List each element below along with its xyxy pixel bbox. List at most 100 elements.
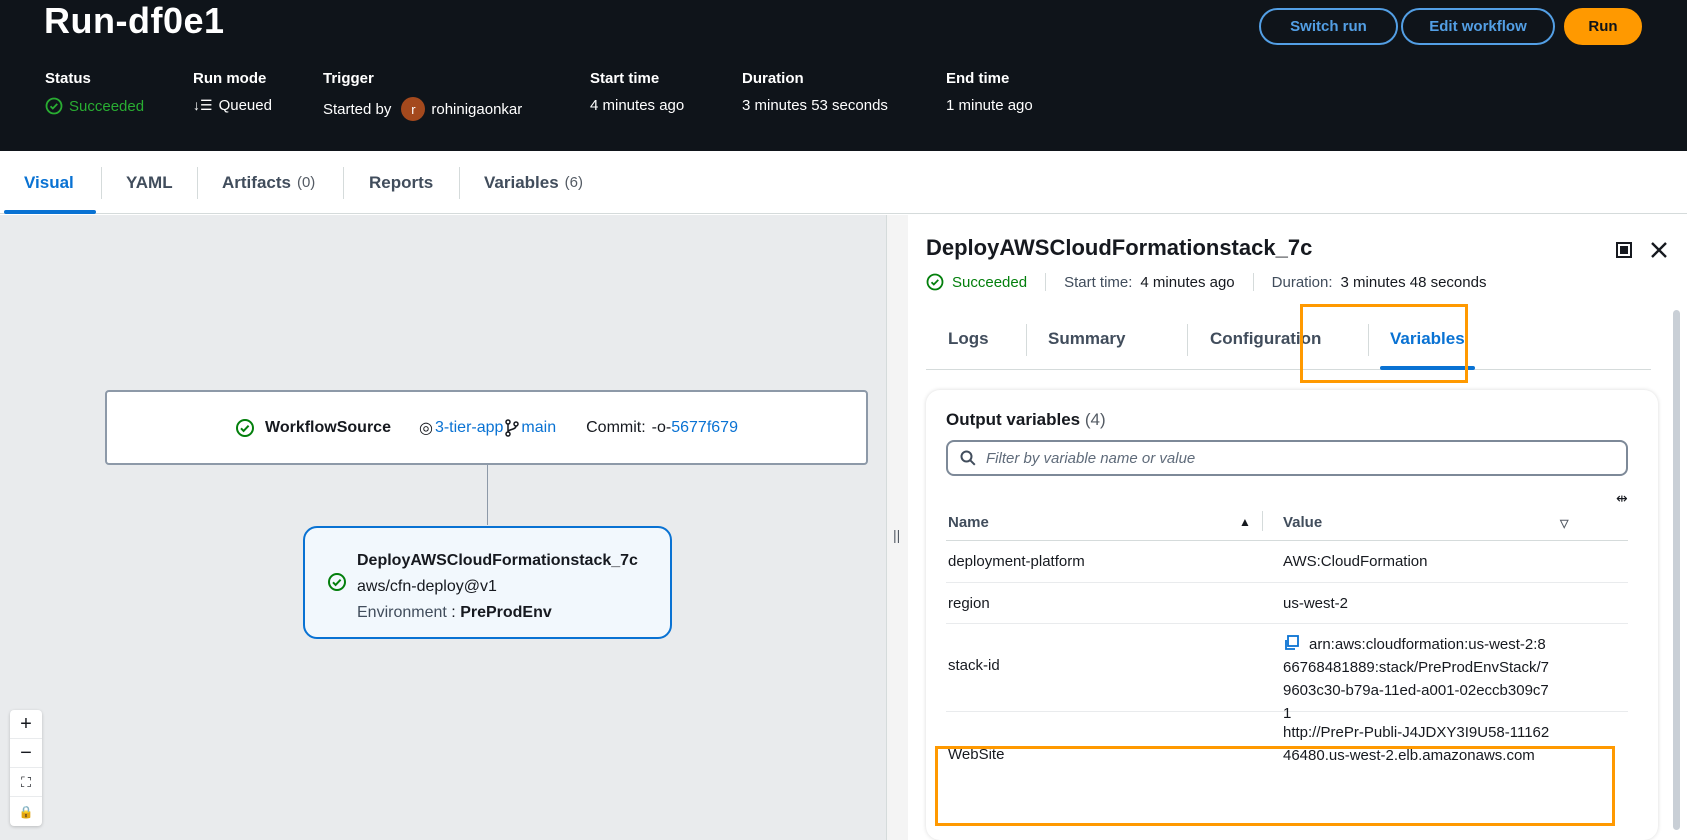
- panel-status: Succeeded: [952, 273, 1028, 291]
- meta-end-time: End time 1 minute ago: [946, 70, 1033, 114]
- run-button[interactable]: Run: [1564, 8, 1642, 45]
- variable-filter[interactable]: [946, 440, 1628, 476]
- variable-value: us-west-2: [1283, 595, 1349, 612]
- status-value: Succeeded: [69, 97, 145, 115]
- workflow-canvas[interactable]: WorkflowSource ◎ 3-tier-app main Commit:…: [0, 215, 886, 840]
- action-name: DeployAWSCloudFormationstack_7c: [357, 552, 638, 569]
- tab-yaml[interactable]: YAML: [102, 151, 197, 214]
- tab-label: Variables: [484, 172, 559, 192]
- run-tabs: Visual YAML Artifacts (0) Reports Variabl…: [0, 151, 1687, 214]
- edit-workflow-button[interactable]: Edit workflow: [1401, 8, 1555, 45]
- action-identifier: aws/cfn-deploy@v1: [357, 578, 497, 595]
- meta-trigger: Trigger Started by r rohinigaonkar: [323, 70, 522, 121]
- sort-ascending-icon[interactable]: ▲: [1239, 515, 1251, 529]
- tab-reports[interactable]: Reports: [345, 151, 457, 214]
- run-mode-label: Run mode: [193, 70, 267, 87]
- repo-link[interactable]: 3-tier-app: [435, 419, 503, 437]
- maximize-icon[interactable]: [1615, 241, 1633, 259]
- queue-icon: ↓☰: [193, 97, 213, 113]
- variable-name: region: [948, 595, 990, 612]
- commit-label: Commit:: [586, 418, 646, 436]
- search-icon: [960, 450, 976, 466]
- panel-splitter[interactable]: ||: [886, 215, 908, 840]
- branch-link[interactable]: main: [521, 419, 556, 437]
- avatar: r: [401, 97, 426, 121]
- panel-meta: Succeeded Start time: 4 minutes ago Dura…: [926, 273, 1486, 291]
- panel-title: DeployAWSCloudFormationstack_7c: [926, 235, 1313, 260]
- meta-duration: Duration 3 minutes 53 seconds: [742, 70, 888, 114]
- check-circle-icon: [45, 97, 63, 115]
- end-time-label: End time: [946, 70, 1010, 87]
- tab-count: (0): [296, 174, 316, 191]
- column-name-header[interactable]: Name: [948, 514, 989, 531]
- duration-value: 3 minutes 53 seconds: [742, 97, 888, 114]
- zoom-in-icon[interactable]: +: [10, 710, 42, 739]
- sort-icon[interactable]: ▽: [1560, 517, 1568, 530]
- check-circle-icon: [236, 418, 255, 437]
- fit-view-icon[interactable]: ⛶: [10, 768, 42, 797]
- tab-variables[interactable]: Variables (6): [460, 151, 607, 214]
- variable-value: arn:aws:cloudformation:us-west-2:8667684…: [1283, 636, 1550, 722]
- copy-icon[interactable]: [1283, 635, 1299, 651]
- output-variables-title: Output variables (4): [946, 410, 1106, 430]
- variables-tab-highlight: [1300, 304, 1468, 383]
- tab-label: Reports: [369, 172, 434, 192]
- workflow-source-node[interactable]: WorkflowSource ◎ 3-tier-app main Commit:…: [105, 390, 868, 465]
- variable-name: stack-id: [948, 657, 1000, 674]
- tab-artifacts[interactable]: Artifacts (0): [198, 151, 339, 214]
- run-header: Run-df0e1 Switch run Edit workflow Run S…: [0, 0, 1687, 151]
- output-count: (4): [1084, 410, 1106, 429]
- branch-icon: [505, 418, 520, 437]
- tab-label: Visual: [24, 172, 74, 192]
- status-label: Status: [45, 70, 91, 87]
- run-mode-value: Queued: [218, 97, 272, 114]
- drag-handle-icon[interactable]: ||: [893, 527, 900, 543]
- lock-icon[interactable]: 🔒: [10, 797, 42, 826]
- meta-status: Status Succeeded: [45, 70, 144, 115]
- meta-run-mode: Run mode ↓☰ Queued: [193, 70, 272, 114]
- trigger-prefix: Started by: [323, 100, 392, 118]
- end-time-value: 1 minute ago: [946, 97, 1033, 114]
- run-title: Run-df0e1: [44, 0, 225, 41]
- start-time-value: 4 minutes ago: [590, 97, 685, 114]
- deploy-action-node[interactable]: DeployAWSCloudFormationstack_7c aws/cfn-…: [303, 526, 672, 639]
- check-circle-icon: [328, 573, 346, 591]
- switch-run-button[interactable]: Switch run: [1259, 8, 1398, 45]
- node-connector: [487, 465, 488, 525]
- start-time-label: Start time: [590, 70, 660, 87]
- environment-separator: :: [451, 604, 456, 621]
- commit-icon: -o-: [651, 418, 672, 436]
- trigger-user[interactable]: rohinigaonkar: [431, 101, 522, 118]
- trigger-label: Trigger: [323, 70, 374, 87]
- website-row-highlight: [935, 746, 1615, 826]
- table-row: stack-id arn:aws:cloudformation:us-west-…: [946, 624, 1628, 722]
- close-icon[interactable]: [1650, 241, 1668, 259]
- repo-icon: ◎: [418, 419, 433, 437]
- tab-label: Artifacts: [222, 172, 291, 192]
- tab-visual[interactable]: Visual: [0, 151, 100, 214]
- variable-value: AWS:CloudFormation: [1283, 553, 1428, 570]
- commit-link[interactable]: 5677f679: [671, 419, 738, 437]
- table-row: region us-west-2: [946, 583, 1628, 624]
- meta-start-time: Start time 4 minutes ago: [590, 70, 684, 114]
- panel-duration-value: 3 minutes 48 seconds: [1340, 273, 1487, 291]
- tab-label: YAML: [126, 172, 173, 192]
- tab-summary[interactable]: Summary: [1026, 308, 1147, 370]
- panel-tabs: Logs Summary Configuration Variables: [926, 308, 1651, 370]
- source-name: WorkflowSource: [265, 418, 391, 436]
- tab-logs[interactable]: Logs: [926, 308, 1011, 370]
- table-header: Name ▲ Value ▽: [946, 503, 1628, 541]
- zoom-out-icon[interactable]: −: [10, 739, 42, 768]
- tab-count: (6): [564, 174, 584, 191]
- panel-start-label: Start time:: [1064, 273, 1133, 291]
- zoom-controls: + − ⛶ 🔒: [10, 710, 42, 826]
- column-value-header[interactable]: Value: [1283, 514, 1322, 531]
- environment-label: Environment: [357, 604, 447, 621]
- variable-name: deployment-platform: [948, 553, 1085, 570]
- panel-duration-label: Duration:: [1271, 273, 1333, 291]
- check-circle-icon: [926, 273, 944, 291]
- filter-input[interactable]: [986, 449, 1606, 467]
- panel-scrollbar[interactable]: [1673, 310, 1680, 830]
- environment-value: PreProdEnv: [460, 604, 552, 621]
- output-title-text: Output variables: [946, 410, 1081, 429]
